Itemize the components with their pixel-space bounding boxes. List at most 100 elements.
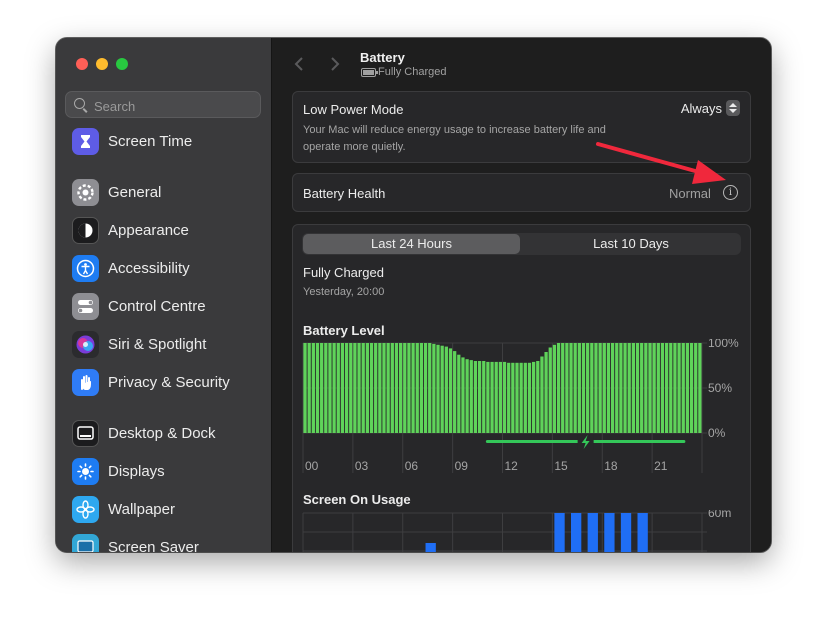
usage-bar (620, 513, 632, 552)
battery-bar (444, 346, 448, 433)
battery-bar (403, 343, 407, 433)
time-range-segmented-control[interactable]: Last 24 Hours Last 10 Days (302, 233, 741, 255)
sidebar-item-privacy-security[interactable]: Privacy & Security (72, 368, 262, 398)
battery-bar (428, 343, 432, 433)
sidebar-item-displays[interactable]: Displays (72, 457, 262, 487)
x-tick-label: 21 (654, 459, 668, 473)
battery-bar (602, 343, 606, 433)
sidebar-item-label: Appearance (108, 222, 189, 239)
battery-bar (374, 343, 378, 433)
low-power-mode-popup[interactable]: Always (680, 99, 740, 120)
battery-bar (315, 343, 320, 433)
battery-bar (561, 343, 565, 433)
battery-bar (648, 343, 652, 433)
battery-bar (407, 343, 411, 433)
battery-bar (328, 343, 332, 433)
battery-bar (498, 361, 502, 433)
sidebar-item-label: Wallpaper (108, 501, 175, 518)
battery-bar (569, 343, 573, 433)
minimize-button[interactable] (96, 58, 108, 70)
sidebar-item-control-centre[interactable]: Control Centre (72, 292, 262, 322)
battery-bar (303, 343, 307, 433)
sidebar-item-general[interactable]: General (72, 178, 262, 208)
annotation-arrow (596, 142, 726, 184)
sidebar-item-label: Screen Saver (108, 539, 199, 552)
battery-bar (552, 344, 557, 433)
sidebar-item-label: Siri & Spotlight (108, 336, 207, 353)
battery-bar (340, 343, 345, 433)
battery-bar (357, 343, 361, 433)
battery-bar (573, 343, 577, 433)
charge-status-time: Yesterday, 20:00 (303, 286, 385, 298)
sidebar-item-siri-spotlight[interactable]: Siri & Spotlight (72, 330, 262, 360)
battery-bar (311, 343, 315, 433)
sidebar-item-label: General (108, 184, 162, 201)
battery-bar (369, 343, 374, 433)
battery-bar (606, 343, 611, 433)
forward-button[interactable] (328, 55, 342, 73)
battery-bar (336, 343, 340, 433)
search-input[interactable] (92, 96, 256, 116)
x-tick-label: 09 (455, 459, 469, 473)
sidebar-item-appearance[interactable]: Appearance (72, 216, 262, 246)
battery-bar (623, 343, 627, 433)
battery-bar (386, 343, 390, 433)
battery-bar (365, 343, 369, 433)
battery-bar (477, 361, 482, 433)
battery-bar (432, 343, 436, 433)
battery-bar (436, 344, 440, 433)
screen-saver-icon (72, 534, 99, 552)
battery-bar (610, 343, 615, 433)
gear-icon (72, 179, 99, 206)
close-button[interactable] (76, 58, 88, 70)
x-tick-label: 15 (554, 459, 568, 473)
battery-bar (469, 360, 473, 433)
sidebar-item-accessibility[interactable]: Accessibility (72, 254, 262, 284)
settings-window: Screen Time General Appearance Accessibi… (56, 38, 771, 552)
page-subtitle: Fully Charged (378, 66, 447, 78)
tab-last-24-hours[interactable]: Last 24 Hours (303, 234, 520, 254)
screen-on-usage-chart: 60m (302, 510, 731, 552)
battery-health-label: Battery Health (303, 186, 386, 201)
tab-last-10-days[interactable]: Last 10 Days (522, 234, 740, 254)
charge-status: Fully Charged (303, 265, 384, 280)
y-tick-label: 50% (708, 381, 732, 395)
description-line: operate more quietly. (303, 141, 406, 153)
low-power-mode-value: Always (680, 101, 722, 116)
page-title: Battery (360, 50, 405, 65)
battery-bar (390, 343, 394, 433)
battery-bar (685, 343, 690, 433)
search-field[interactable] (65, 91, 261, 118)
battery-bar (577, 343, 581, 433)
battery-bar (507, 362, 511, 433)
sidebar-item-screen-saver[interactable]: Screen Saver (72, 533, 262, 552)
battery-bar (344, 343, 349, 433)
battery-bar (527, 362, 532, 433)
back-button[interactable] (292, 55, 306, 73)
battery-health-value: Normal (669, 186, 711, 201)
sidebar-item-desktop-dock[interactable]: Desktop & Dock (72, 419, 262, 449)
battery-bar (515, 362, 519, 433)
battery-bar (415, 343, 419, 433)
battery-bar (594, 343, 598, 433)
x-tick-label: 06 (405, 459, 419, 473)
battery-bar (698, 343, 702, 433)
battery-level-title: Battery Level (303, 323, 385, 338)
battery-bar (465, 359, 469, 433)
battery-bar (656, 343, 660, 433)
sidebar-item-label: Displays (108, 463, 165, 480)
battery-bar (586, 343, 590, 433)
battery-bar (544, 352, 548, 433)
battery-bar (635, 343, 640, 433)
zoom-button[interactable] (116, 58, 128, 70)
battery-bar (598, 343, 602, 433)
battery-bar (486, 361, 490, 433)
low-power-mode-label: Low Power Mode (303, 102, 404, 117)
battery-bar (565, 343, 569, 433)
sidebar-item-screen-time[interactable]: Screen Time (72, 127, 262, 157)
sidebar-item-wallpaper[interactable]: Wallpaper (72, 495, 262, 525)
battery-bar (461, 357, 465, 433)
battery-bar (382, 343, 386, 433)
battery-bar (640, 343, 644, 433)
battery-bar (619, 343, 623, 433)
